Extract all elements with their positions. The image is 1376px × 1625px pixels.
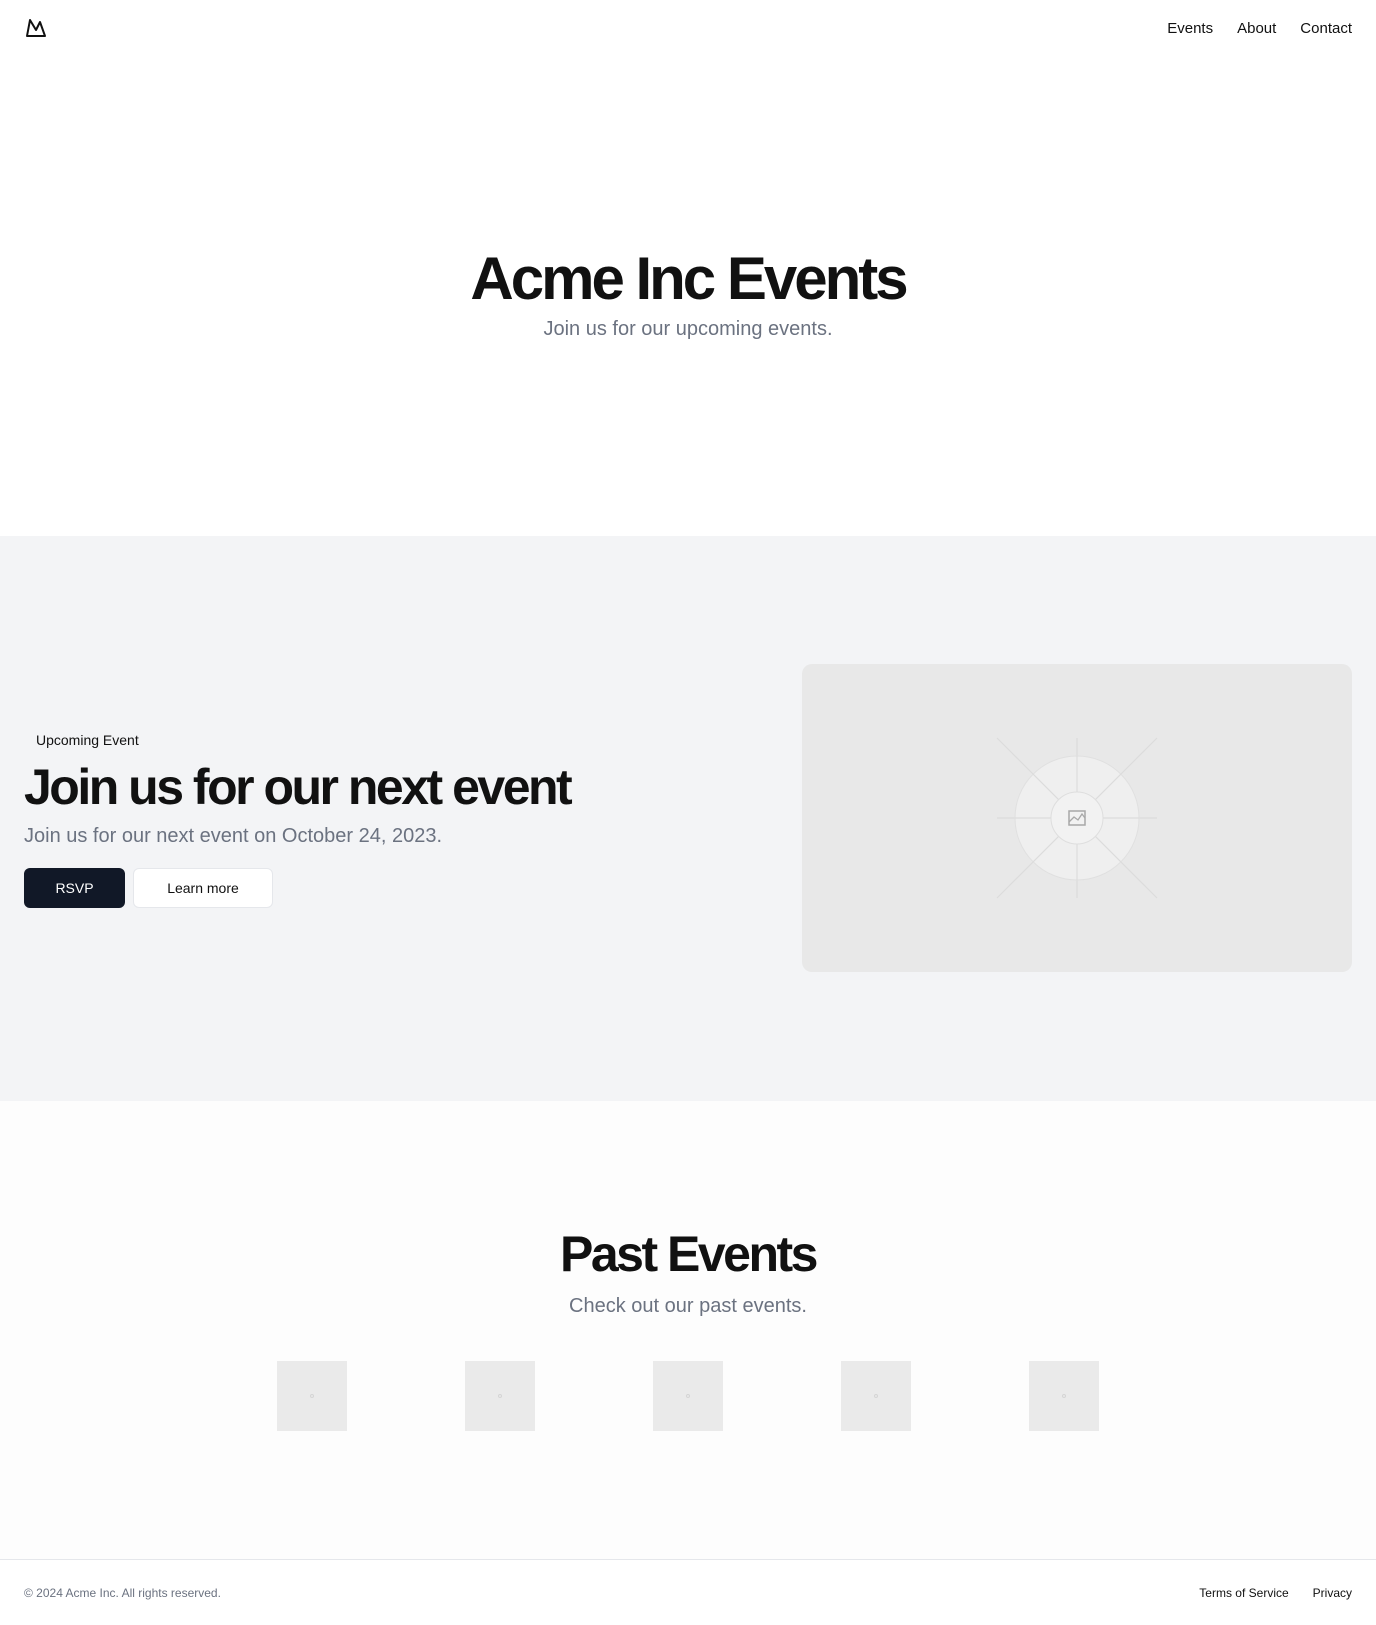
copyright: © 2024 Acme Inc. All rights reserved. (24, 1585, 221, 1600)
image-placeholder-icon (310, 1394, 314, 1398)
event-image-placeholder (802, 664, 1352, 972)
upcoming-badge: Upcoming Event (36, 732, 139, 748)
upcoming-subtitle: Join us for our next event on October 24… (24, 825, 443, 847)
site-footer: © 2024 Acme Inc. All rights reserved. Te… (0, 1559, 1376, 1625)
footer-privacy-link[interactable]: Privacy (1313, 1586, 1352, 1600)
past-event-thumbnail[interactable] (465, 1361, 535, 1431)
hero-subtitle: Join us for our upcoming events. (543, 318, 833, 340)
hero-title: Acme Inc Events (470, 245, 908, 312)
image-placeholder-icon (498, 1394, 502, 1398)
image-placeholder-icon (996, 737, 1158, 899)
upcoming-event-section: Upcoming Event Join us for our next even… (0, 536, 1376, 1101)
past-event-thumbnail[interactable] (1029, 1361, 1099, 1431)
past-events-section: Past Events Check out our past events. (0, 1101, 1376, 1559)
past-subtitle: Check out our past events. (569, 1295, 807, 1317)
footer-terms-link[interactable]: Terms of Service (1199, 1586, 1288, 1600)
image-placeholder-icon (874, 1394, 878, 1398)
hero-section: Acme Inc Events Join us for our upcoming… (0, 0, 1376, 536)
past-title: Past Events (560, 1226, 818, 1282)
image-placeholder-icon (1062, 1394, 1066, 1398)
past-event-thumbnail[interactable] (653, 1361, 723, 1431)
past-event-thumbnail[interactable] (841, 1361, 911, 1431)
learn-more-button[interactable]: Learn more (133, 868, 273, 908)
image-placeholder-icon (686, 1394, 690, 1398)
rsvp-button[interactable]: RSVP (24, 868, 125, 908)
upcoming-title: Join us for our next event (24, 759, 573, 815)
past-event-thumbnail[interactable] (277, 1361, 347, 1431)
